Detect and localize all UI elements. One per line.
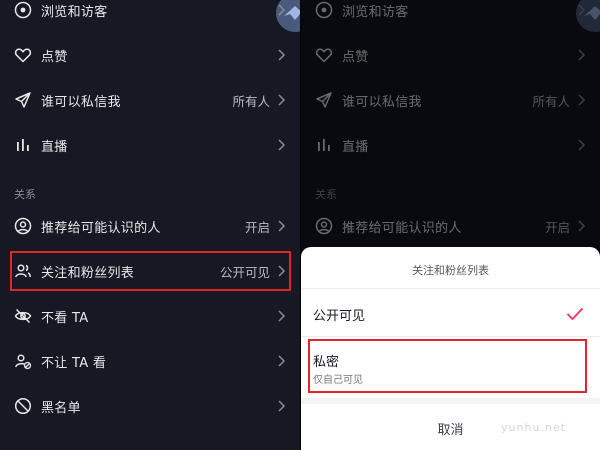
settings-row-browse-visitors: 浏览和访客 xyxy=(301,0,600,32)
chevron-right-icon xyxy=(276,309,286,323)
row-label: 黑名单 xyxy=(41,400,81,416)
row-value: 开启 xyxy=(244,219,270,235)
checkmark-icon xyxy=(566,307,584,321)
row-value: 开启 xyxy=(544,219,570,235)
settings-row-blacklist[interactable]: 黑名单 xyxy=(0,384,300,428)
sheet-title: 关注和粉丝列表 xyxy=(412,264,489,277)
settings-row-hide-ta[interactable]: 不看 TA xyxy=(0,294,300,338)
chevron-right-icon xyxy=(576,3,586,17)
option-public-label[interactable]: 公开可见 xyxy=(313,305,365,324)
section-label-relations: 关系 xyxy=(315,188,337,201)
eye-icon xyxy=(14,1,32,19)
chevron-right-icon xyxy=(276,3,286,17)
row-label: 不看 TA xyxy=(41,310,89,326)
row-label: 浏览和访客 xyxy=(41,4,108,20)
settings-row-live[interactable]: 直播 xyxy=(0,123,300,167)
chevron-right-icon xyxy=(276,354,286,368)
settings-row-likes[interactable]: 点赞 xyxy=(0,33,300,77)
divider xyxy=(301,398,600,404)
highlight-box xyxy=(10,251,291,291)
settings-row-likes: 点赞 xyxy=(301,33,600,77)
chevron-right-icon xyxy=(576,93,586,107)
live-bars-icon xyxy=(14,136,32,154)
chevron-right-icon xyxy=(276,48,286,62)
row-value: 所有人 xyxy=(532,93,570,109)
chevron-right-icon xyxy=(276,219,286,233)
settings-row-live: 直播 xyxy=(301,123,600,167)
watermark: yunhu.net xyxy=(501,421,566,434)
divider xyxy=(301,336,600,337)
row-value: 所有人 xyxy=(232,93,270,109)
row-label: 直播 xyxy=(41,139,68,155)
heart-icon xyxy=(315,46,333,64)
row-label: 点赞 xyxy=(41,49,68,65)
settings-row-recommend[interactable]: 推荐给可能认识的人 开启 xyxy=(0,204,300,248)
user-block-icon xyxy=(14,352,32,370)
paper-plane-icon xyxy=(315,91,333,109)
row-label: 谁可以私信我 xyxy=(41,94,121,110)
highlight-box xyxy=(308,339,587,393)
privacy-bottom-sheet: 关注和粉丝列表 公开可见 私密 仅自己可见 取消 yunhu.net xyxy=(301,247,600,450)
live-bars-icon xyxy=(315,136,333,154)
chevron-right-icon xyxy=(276,138,286,152)
row-label: 直播 xyxy=(342,139,369,155)
settings-row-who-can-message: 谁可以私信我 所有人 xyxy=(301,78,600,122)
row-label: 推荐给可能认识的人 xyxy=(342,220,462,236)
section-label-relations: 关系 xyxy=(14,188,36,201)
heart-icon xyxy=(14,46,32,64)
settings-panel-right: 浏览和访客 点赞 谁可以私信我 所有人 直播 关系 推荐给可能认识的人 开启 关… xyxy=(301,0,600,450)
chevron-right-icon xyxy=(576,48,586,62)
chevron-right-icon xyxy=(576,219,586,233)
chevron-right-icon xyxy=(576,138,586,152)
row-label: 推荐给可能认识的人 xyxy=(41,220,161,236)
settings-panel-left: 浏览和访客 点赞 谁可以私信我 所有人 直播 关系 推荐给可能认识的人 开启 关… xyxy=(0,0,300,450)
chevron-right-icon xyxy=(276,399,286,413)
user-circle-icon xyxy=(315,217,333,235)
row-label: 浏览和访客 xyxy=(342,4,409,20)
paper-plane-icon xyxy=(14,91,32,109)
eye-off-icon xyxy=(14,307,32,325)
row-label: 谁可以私信我 xyxy=(342,94,422,110)
settings-row-recommend: 推荐给可能认识的人 开启 xyxy=(301,204,600,248)
eye-icon xyxy=(315,1,333,19)
ban-icon xyxy=(14,397,32,415)
user-circle-icon xyxy=(14,217,32,235)
settings-row-block-ta-view[interactable]: 不让 TA 看 xyxy=(0,339,300,383)
settings-row-browse-visitors[interactable]: 浏览和访客 xyxy=(0,0,300,32)
settings-row-who-can-message[interactable]: 谁可以私信我 所有人 xyxy=(0,78,300,122)
chevron-right-icon xyxy=(276,93,286,107)
row-label: 点赞 xyxy=(342,49,369,65)
divider xyxy=(301,288,600,289)
row-label: 不让 TA 看 xyxy=(41,355,107,371)
